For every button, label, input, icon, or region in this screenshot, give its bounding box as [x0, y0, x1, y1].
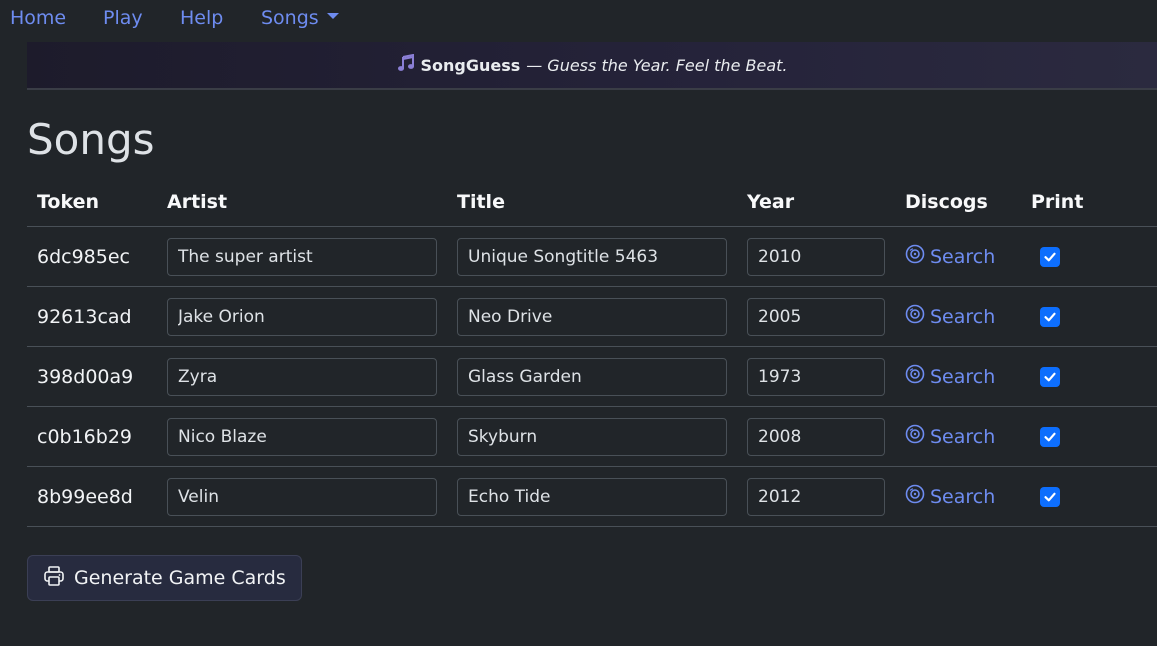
table-row: c0b16b29 Search	[27, 406, 1157, 467]
token-cell: c0b16b29	[27, 406, 157, 467]
discogs-search-link[interactable]: Search	[905, 484, 995, 509]
songs-table: Token Artist Title Year Discogs Print 6d…	[27, 178, 1157, 527]
header-discogs: Discogs	[895, 178, 1021, 227]
discogs-search-label: Search	[930, 305, 996, 328]
vinyl-disc-icon	[905, 244, 930, 269]
artist-input[interactable]	[167, 417, 437, 456]
print-checkbox[interactable]	[1040, 367, 1060, 387]
brand-tagline: Guess the Year. Feel the Beat.	[547, 55, 788, 75]
discogs-search-link[interactable]: Search	[905, 424, 995, 449]
discogs-search-link[interactable]: Search	[905, 244, 995, 269]
brand-name: SongGuess	[420, 55, 521, 75]
print-checkbox[interactable]	[1040, 247, 1060, 267]
token-cell: 6dc985ec	[27, 226, 157, 287]
year-input[interactable]	[747, 237, 885, 276]
header-artist: Artist	[157, 178, 447, 227]
title-input[interactable]	[457, 297, 727, 336]
page-title: Songs	[27, 115, 155, 164]
music-note-icon	[397, 53, 415, 76]
title-input[interactable]	[457, 477, 727, 516]
year-input[interactable]	[747, 477, 885, 516]
table-row: 6dc985ec Search	[27, 226, 1157, 287]
table-header-row: Token Artist Title Year Discogs Print	[27, 178, 1157, 227]
vinyl-disc-icon	[905, 424, 930, 449]
year-input[interactable]	[747, 357, 885, 396]
banner-separator: —	[526, 55, 543, 75]
token-cell: 398d00a9	[27, 346, 157, 407]
artist-input[interactable]	[167, 237, 437, 276]
title-input[interactable]	[457, 417, 727, 456]
printer-icon	[43, 565, 74, 592]
artist-input[interactable]	[167, 357, 437, 396]
vinyl-disc-icon	[905, 484, 930, 509]
print-checkbox[interactable]	[1040, 307, 1060, 327]
nav-help-link[interactable]: Help	[180, 7, 223, 29]
table-row: 8b99ee8d Search	[27, 466, 1157, 527]
artist-input[interactable]	[167, 297, 437, 336]
top-navbar: Home Play Help Songs	[0, 0, 1157, 38]
discogs-search-label: Search	[930, 365, 996, 388]
generate-button-label: Generate Game Cards	[74, 567, 286, 589]
table-row: 398d00a9 Search	[27, 346, 1157, 407]
print-checkbox[interactable]	[1040, 427, 1060, 447]
generate-game-cards-button[interactable]: Generate Game Cards	[27, 555, 302, 601]
year-input[interactable]	[747, 297, 885, 336]
header-token: Token	[27, 178, 157, 227]
title-input[interactable]	[457, 357, 727, 396]
token-cell: 92613cad	[27, 286, 157, 347]
nav-songs-dropdown[interactable]: Songs	[261, 7, 339, 29]
nav-play-link[interactable]: Play	[103, 7, 143, 29]
nav-home-link[interactable]: Home	[10, 7, 66, 29]
discogs-search-label: Search	[930, 485, 996, 508]
artist-input[interactable]	[167, 477, 437, 516]
print-checkbox[interactable]	[1040, 487, 1060, 507]
chevron-down-icon	[326, 12, 339, 19]
header-print: Print	[1021, 178, 1157, 227]
vinyl-disc-icon	[905, 364, 930, 389]
vinyl-disc-icon	[905, 304, 930, 329]
brand-banner: SongGuess — Guess the Year. Feel the Bea…	[27, 42, 1157, 90]
discogs-search-label: Search	[930, 425, 996, 448]
year-input[interactable]	[747, 417, 885, 456]
table-row: 92613cad Search	[27, 286, 1157, 347]
discogs-search-label: Search	[930, 245, 996, 268]
discogs-search-link[interactable]: Search	[905, 304, 995, 329]
header-title: Title	[447, 178, 737, 227]
token-cell: 8b99ee8d	[27, 466, 157, 527]
title-input[interactable]	[457, 237, 727, 276]
nav-songs-label: Songs	[261, 7, 319, 29]
header-year: Year	[737, 178, 895, 227]
discogs-search-link[interactable]: Search	[905, 364, 995, 389]
